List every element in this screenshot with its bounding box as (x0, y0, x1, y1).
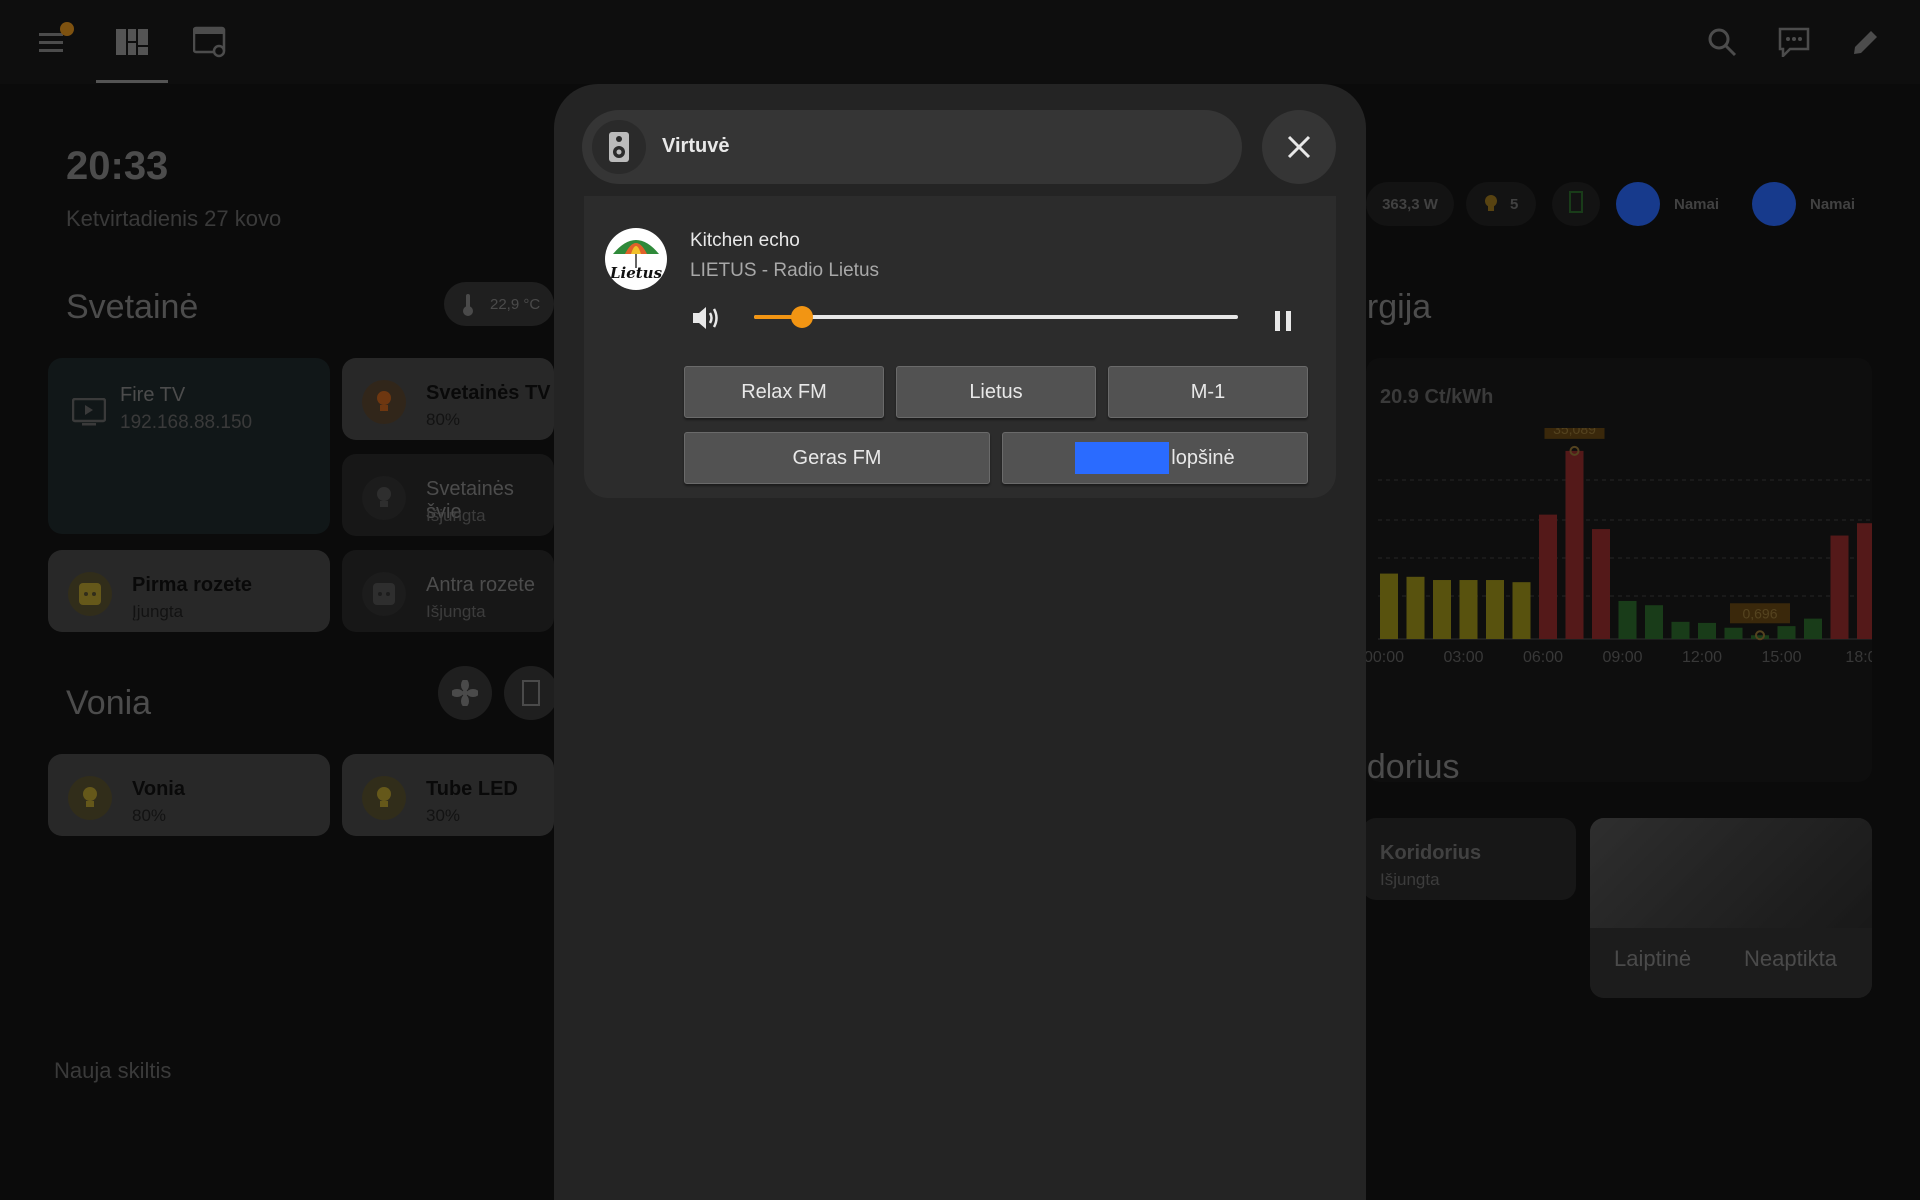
station-button-lopsine[interactable]: lopšinė (1002, 432, 1308, 484)
media-player-dialog: Virtuvė Lietus Kitchen echo LIETUS - Rad… (554, 84, 1366, 1200)
station-lopsine-label: lopšinė (1171, 446, 1235, 469)
close-icon[interactable] (1262, 110, 1336, 184)
player-media-title: LIETUS - Radio Lietus (690, 260, 880, 281)
station-logo: Lietus (605, 228, 667, 290)
station-icon-placeholder (1075, 442, 1170, 474)
volume-icon[interactable] (690, 302, 722, 334)
station-button-relax-fm[interactable]: Relax FM (684, 366, 884, 418)
station-button-geras-fm[interactable]: Geras FM (684, 432, 990, 484)
station-logo-text: Lietus (609, 264, 663, 282)
player-device-name: Kitchen echo (690, 230, 800, 251)
station-button-lietus[interactable]: Lietus (896, 366, 1096, 418)
speaker-icon (592, 120, 646, 174)
dialog-header: Virtuvė (582, 110, 1242, 184)
pause-icon[interactable] (1266, 304, 1300, 338)
volume-slider-track[interactable] (754, 315, 1238, 319)
dialog-title: Virtuvė (662, 135, 730, 157)
station-button-m1[interactable]: M-1 (1108, 366, 1308, 418)
